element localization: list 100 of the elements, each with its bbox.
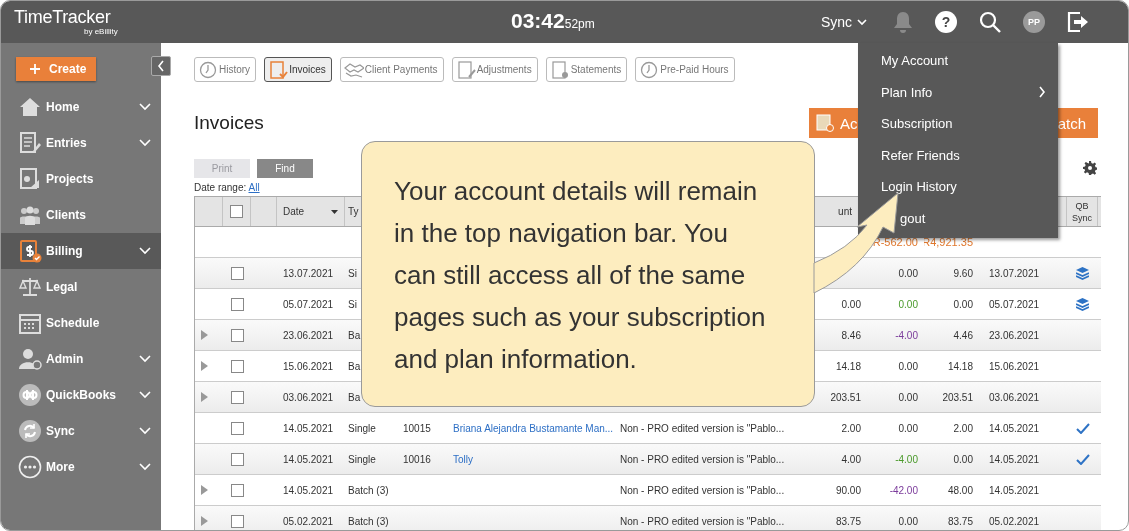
balance-cell: 2.00 (953, 422, 973, 434)
expand-icon[interactable] (201, 361, 208, 371)
clock-icon (198, 59, 218, 80)
nav-item[interactable]: Projects (1, 161, 161, 197)
row-checkbox[interactable] (230, 359, 244, 373)
amount-cell: 203.51 (830, 391, 861, 403)
nav-item[interactable]: Entries (1, 125, 161, 161)
bell-icon[interactable] (893, 11, 913, 33)
type-cell: Si (348, 298, 357, 310)
date-cell: 05.07.2021 (283, 298, 334, 310)
balance-cell: 0.00 (953, 298, 973, 310)
row-checkbox[interactable] (230, 266, 244, 280)
nav-item[interactable]: Clients (1, 197, 161, 233)
type-cell: Ba (348, 391, 361, 403)
chevron-down-icon (139, 103, 151, 111)
due-date-cell: 14.05.2021 (989, 422, 1040, 434)
chevron-down-icon (139, 427, 151, 435)
description-cell: Non - PRO edited version is "Pablo... (620, 484, 785, 496)
row-checkbox[interactable] (230, 390, 244, 404)
discount-cell: 0.00 (898, 267, 918, 279)
column-header[interactable]: Date (283, 206, 305, 217)
row-checkbox[interactable] (230, 514, 244, 528)
settings-icon[interactable] (1083, 161, 1097, 175)
column-header[interactable]: unt (838, 206, 852, 217)
select-all-checkbox[interactable] (230, 205, 243, 218)
nav-item[interactable]: Sync (1, 413, 161, 449)
nav-item[interactable]: Legal (1, 269, 161, 305)
column-header[interactable]: QB Sync (1069, 199, 1095, 224)
tab[interactable]: History (194, 57, 257, 82)
menu-item[interactable]: Subscription (858, 108, 1058, 140)
user-avatar[interactable]: PP (1023, 11, 1045, 33)
date-cell: 13.07.2021 (283, 267, 334, 279)
menu-item[interactable]: Login History (858, 171, 1058, 203)
chevron-down-icon (139, 355, 151, 363)
chevron-down-icon (857, 18, 867, 26)
due-date-cell: 13.07.2021 (989, 267, 1040, 279)
sync-dropdown[interactable]: Sync (820, 14, 867, 30)
date-cell: 14.05.2021 (283, 453, 334, 465)
client-link[interactable]: Briana Alejandra Bustamante Man... (453, 422, 614, 434)
nav-item[interactable]: QuickBooks (1, 377, 161, 413)
discount-cell: 0.00 (898, 298, 918, 310)
tab[interactable]: Pre-Paid Hours (635, 57, 735, 82)
column-header[interactable]: Ty (348, 206, 359, 217)
user-gear-icon (18, 347, 42, 371)
discount-cell: 0.00 (898, 360, 918, 372)
total-value: R-562.00 (872, 236, 918, 248)
date-range-link[interactable]: All (248, 182, 260, 193)
qb-logo-icon (18, 383, 42, 407)
document-pen-icon (455, 59, 476, 80)
search-icon[interactable] (979, 11, 1001, 33)
create-button[interactable]: Create (16, 57, 96, 81)
expand-icon[interactable] (201, 516, 208, 526)
amount-cell: 14.18 (835, 360, 861, 372)
menu-item[interactable]: gout (858, 202, 1058, 234)
nav-item[interactable]: Admin (1, 341, 161, 377)
nav-item[interactable]: Billing (1, 233, 161, 269)
row-checkbox[interactable] (230, 452, 244, 466)
tab[interactable]: Adjustments (451, 57, 538, 82)
expand-icon[interactable] (201, 392, 208, 402)
balance-cell: 14.18 (947, 360, 973, 372)
sync-icon (18, 419, 42, 443)
tab[interactable]: Invoices (264, 57, 332, 82)
type-cell: Ba (348, 329, 361, 341)
type-cell: Batch (3) (348, 484, 389, 496)
menu-item[interactable]: Plan Info (858, 76, 1058, 108)
layers-icon[interactable] (1076, 266, 1089, 280)
row-checkbox[interactable] (230, 297, 244, 311)
chevron-left-icon (157, 60, 165, 72)
find-button[interactable]: Find (257, 158, 313, 178)
client-link[interactable]: Tolly (453, 453, 473, 465)
date-cell: 03.06.2021 (283, 391, 334, 403)
document-icon (549, 59, 570, 80)
nav-item[interactable]: Home (1, 89, 161, 125)
chevron-down-icon (139, 463, 151, 471)
description-cell: Non - PRO edited version is "Pablo... (620, 422, 785, 434)
row-checkbox[interactable] (230, 328, 244, 342)
date-cell: 14.05.2021 (283, 484, 334, 496)
layers-icon[interactable] (1076, 297, 1089, 311)
tab[interactable]: Client Payments (339, 57, 444, 82)
discount-cell: -4.00 (895, 329, 918, 341)
expand-icon[interactable] (201, 485, 208, 495)
expand-icon[interactable] (201, 330, 208, 340)
menu-item[interactable]: My Account (858, 45, 1058, 77)
calendar-icon (18, 311, 42, 335)
logout-icon[interactable] (1067, 11, 1089, 33)
more-icon (18, 455, 42, 479)
invoice-icon (18, 239, 42, 263)
nav-item[interactable]: Schedule (1, 305, 161, 341)
total-value: R4,921.35 (924, 236, 973, 248)
nav-item[interactable]: More (1, 449, 161, 485)
help-button[interactable]: ? (935, 11, 957, 33)
row-checkbox[interactable] (230, 421, 244, 435)
menu-item[interactable]: Refer Friends (858, 139, 1058, 171)
invoice-icon (268, 59, 289, 80)
row-checkbox[interactable] (230, 483, 244, 497)
amount-cell: 4.00 (841, 453, 861, 465)
document-pen-icon (18, 131, 42, 155)
tab[interactable]: Statements (545, 57, 628, 82)
collapse-button[interactable] (151, 56, 171, 76)
type-cell: Single (348, 453, 376, 465)
